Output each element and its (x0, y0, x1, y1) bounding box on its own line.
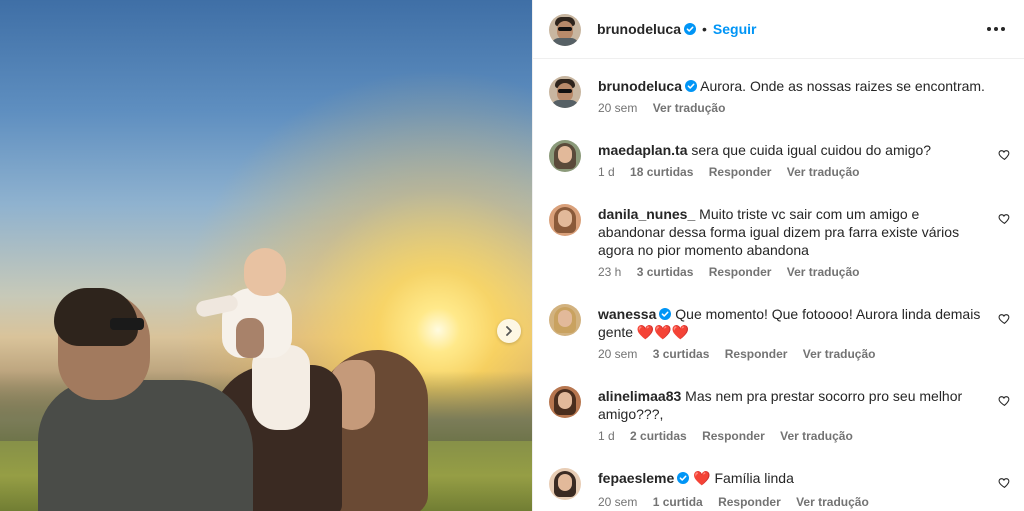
photo-man (38, 380, 253, 511)
comments-panel: brunodeluca • Seguir brunodeluca Aurora. O… (532, 0, 1024, 511)
post-photo[interactable] (0, 0, 532, 511)
comment-text: ❤️ Família linda (693, 470, 794, 486)
comment-text-line: wanessa Que momento! Que fotoooo! Aurora… (598, 305, 988, 341)
commenter-avatar[interactable] (549, 468, 581, 500)
follow-button[interactable]: Seguir (713, 21, 757, 37)
caption-translate[interactable]: Ver tradução (653, 101, 726, 115)
commenter-avatar[interactable] (549, 304, 581, 336)
author-username[interactable]: brunodeluca (597, 21, 681, 37)
separator-dot: • (702, 21, 707, 37)
reply-button[interactable]: Responder (702, 429, 765, 443)
comment-text-line: fepaesleme ❤️ Família linda (598, 469, 988, 487)
comment-meta: 20 sem 1 curtida Responder Ver tradução (598, 495, 881, 509)
post-header: brunodeluca • Seguir (533, 0, 1024, 59)
caption-time[interactable]: 20 sem (598, 101, 637, 115)
comment-likes[interactable]: 1 curtida (653, 495, 703, 509)
like-heart-icon[interactable] (998, 476, 1011, 489)
photo-baby-head (244, 248, 286, 296)
caption-meta: 20 sem Ver tradução (598, 101, 737, 115)
commenter-avatar[interactable] (549, 140, 581, 172)
like-heart-icon[interactable] (998, 212, 1011, 225)
photo-man-glasses (110, 318, 144, 330)
comment-username[interactable]: danila_nunes_ (598, 206, 695, 222)
comment-text-line: maedaplan.ta sera que cuida igual cuidou… (598, 141, 988, 159)
header-user-line: brunodeluca • Seguir (597, 21, 757, 39)
translate-button[interactable]: Ver tradução (803, 347, 876, 361)
more-dot-icon (1001, 27, 1005, 31)
caption-avatar[interactable] (549, 76, 581, 108)
comment-text: sera que cuida igual cuidou do amigo? (691, 142, 932, 158)
comment-item: danila_nunes_ Muito triste vc sair com u… (549, 204, 1024, 284)
reply-button[interactable]: Responder (709, 265, 772, 279)
comment-username[interactable]: maedaplan.ta (598, 142, 687, 158)
photo-man-hair (54, 288, 138, 346)
reply-button[interactable]: Responder (718, 495, 781, 509)
translate-button[interactable]: Ver tradução (787, 165, 860, 179)
more-dot-icon (994, 27, 998, 31)
verified-badge-icon (677, 472, 690, 484)
reply-button[interactable]: Responder (725, 347, 788, 361)
more-options-button[interactable] (987, 20, 1005, 38)
like-heart-icon[interactable] (998, 312, 1011, 325)
comment-likes[interactable]: 3 curtidas (637, 265, 694, 279)
comment-likes[interactable]: 2 curtidas (630, 429, 687, 443)
comment-item: maedaplan.ta sera que cuida igual cuidou… (549, 140, 1024, 184)
like-heart-icon[interactable] (998, 394, 1011, 407)
comment-time[interactable]: 1 d (598, 165, 615, 179)
chevron-right-icon (506, 326, 512, 336)
comment-item: alinelimaa83 Mas nem pra prestar socorro… (549, 386, 1024, 448)
comment-time[interactable]: 23 h (598, 265, 621, 279)
translate-button[interactable]: Ver tradução (780, 429, 853, 443)
comment-likes[interactable]: 18 curtidas (630, 165, 693, 179)
like-heart-icon[interactable] (998, 148, 1011, 161)
verified-badge-icon (684, 23, 697, 35)
comment-username[interactable]: alinelimaa83 (598, 388, 681, 404)
comment-likes[interactable]: 3 curtidas (653, 347, 710, 361)
translate-button[interactable]: Ver tradução (787, 265, 860, 279)
caption-text: Aurora. Onde as nossas raizes se encontr… (700, 78, 985, 94)
comment-meta: 23 h 3 curtidas Responder Ver tradução (598, 265, 871, 279)
comment-time[interactable]: 1 d (598, 429, 615, 443)
translate-button[interactable]: Ver tradução (796, 495, 869, 509)
comment-meta: 1 d 2 curtidas Responder Ver tradução (598, 429, 865, 443)
comment-item: wanessa Que momento! Que fotoooo! Aurora… (549, 304, 1024, 366)
comment-meta: 20 sem 3 curtidas Responder Ver tradução (598, 347, 887, 361)
comment-time[interactable]: 20 sem (598, 495, 637, 509)
comment-meta: 1 d 18 curtidas Responder Ver tradução (598, 165, 871, 179)
more-dot-icon (987, 27, 991, 31)
verified-badge-icon (685, 80, 698, 92)
comment-item: fepaesleme ❤️ Família linda 20 sem 1 cur… (549, 468, 1024, 511)
commenter-avatar[interactable] (549, 204, 581, 236)
photo-hands (236, 318, 264, 358)
caption-username[interactable]: brunodeluca (598, 78, 682, 94)
next-photo-button[interactable] (497, 319, 521, 343)
post-caption: brunodeluca Aurora. Onde as nossas raize… (549, 76, 1024, 120)
verified-badge-icon (659, 308, 672, 320)
author-avatar[interactable] (549, 14, 581, 46)
comment-time[interactable]: 20 sem (598, 347, 637, 361)
comment-username[interactable]: fepaesleme (598, 470, 674, 486)
comment-text-line: danila_nunes_ Muito triste vc sair com u… (598, 205, 988, 259)
comment-username[interactable]: wanessa (598, 306, 656, 322)
caption-text-line: brunodeluca Aurora. Onde as nossas raize… (598, 77, 988, 95)
reply-button[interactable]: Responder (709, 165, 772, 179)
commenter-avatar[interactable] (549, 386, 581, 418)
comment-text-line: alinelimaa83 Mas nem pra prestar socorro… (598, 387, 988, 423)
